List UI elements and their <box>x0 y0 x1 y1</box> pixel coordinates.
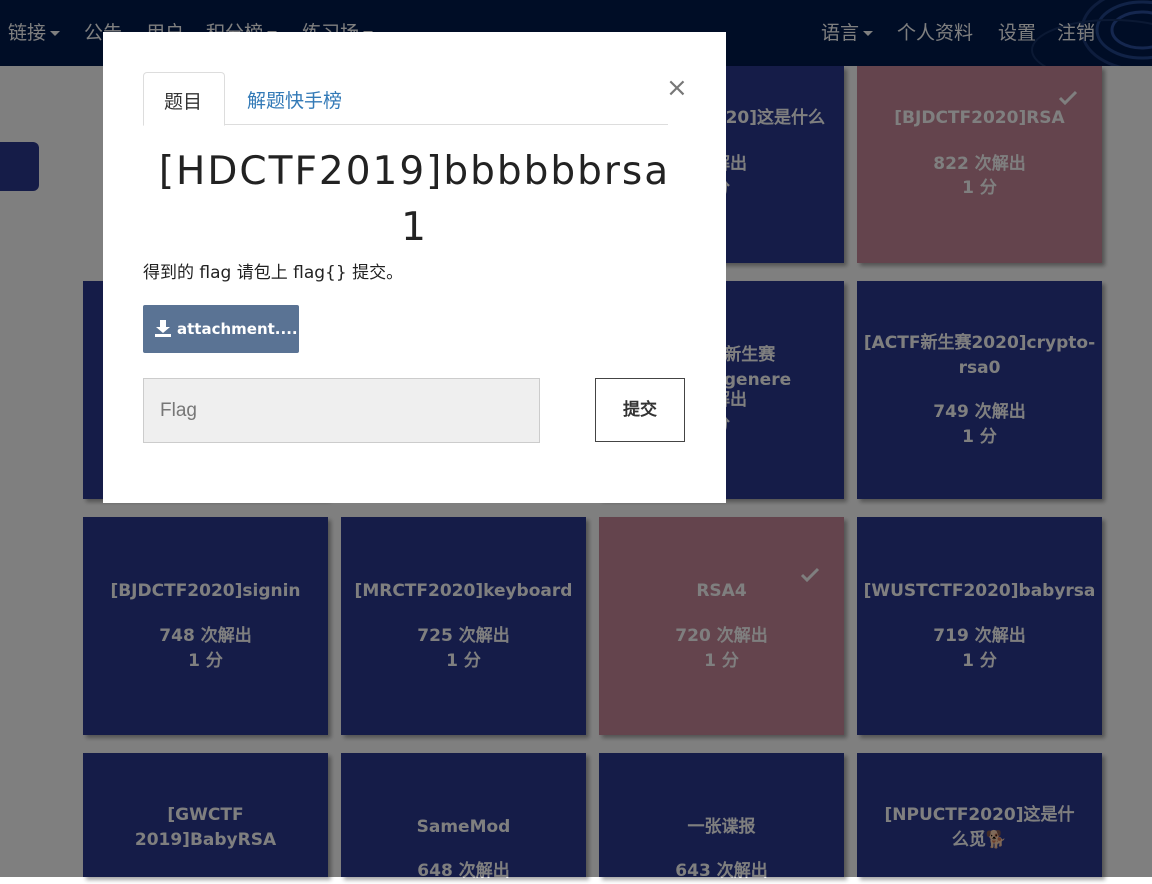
challenge-modal: 题目 解题快手榜 × [HDCTF2019]bbbbbbrsa 1 得到的 fl… <box>103 32 726 503</box>
challenge-title: [HDCTF2019]bbbbbbrsa 1 <box>158 149 671 250</box>
tab-challenge[interactable]: 题目 <box>143 72 225 126</box>
tab-solves-leaderboard[interactable]: 解题快手榜 <box>227 72 362 124</box>
close-button[interactable]: × <box>666 74 688 102</box>
attachment-download-button[interactable]: attachment.... <box>143 305 299 353</box>
attachment-label: attachment.... <box>177 320 298 338</box>
submit-flag-button[interactable]: 提交 <box>595 378 685 442</box>
download-icon <box>155 320 171 337</box>
challenge-description: 得到的 flag 请包上 flag{} 提交。 <box>143 263 404 283</box>
flag-input[interactable]: Flag <box>143 378 540 443</box>
